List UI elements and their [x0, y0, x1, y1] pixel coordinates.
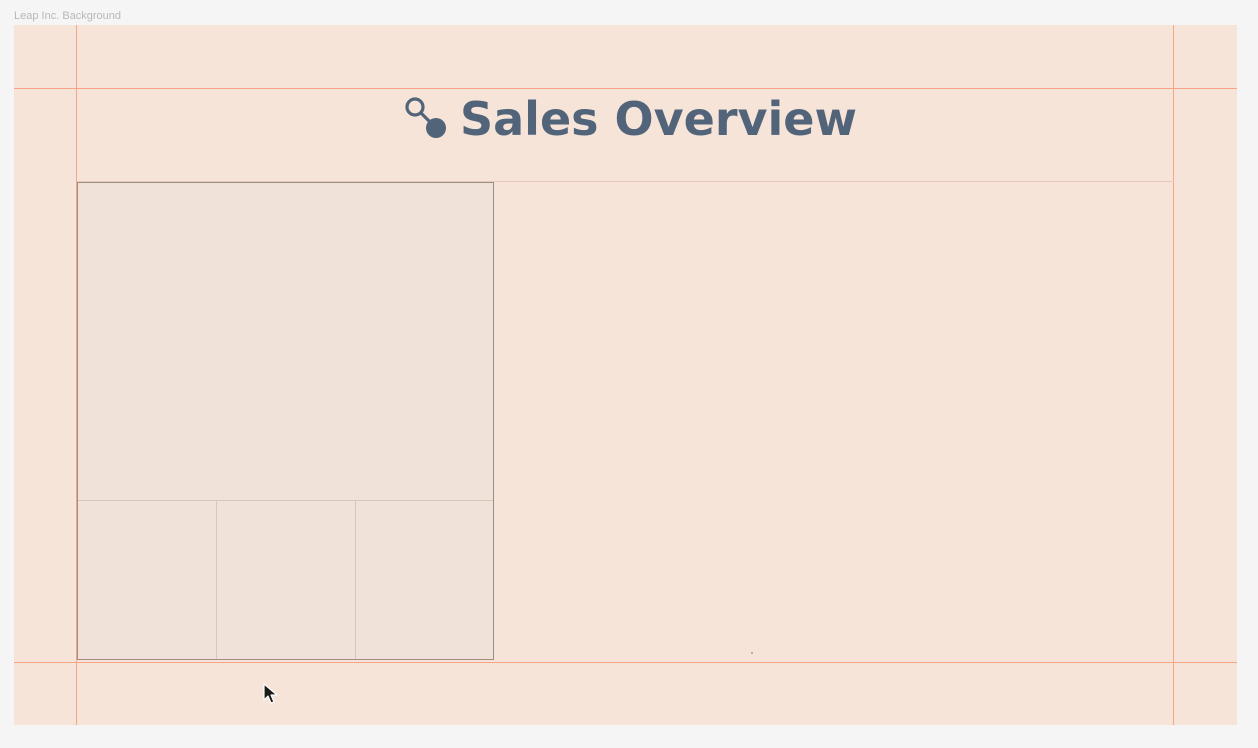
- content-panel[interactable]: [77, 182, 494, 660]
- panel-cell-3[interactable]: [356, 501, 493, 659]
- page-title[interactable]: Sales Overview: [460, 96, 857, 142]
- stray-point: [751, 652, 753, 654]
- panel-cell-2[interactable]: [217, 501, 356, 659]
- guide-bottom: [14, 662, 1237, 663]
- panel-cell-1[interactable]: [78, 501, 217, 659]
- guide-right: [1173, 25, 1174, 725]
- key-node-icon: [405, 97, 446, 138]
- arrow-cursor-icon: [263, 683, 278, 704]
- frame-label[interactable]: Leap Inc. Background: [14, 10, 121, 22]
- panel-main-area[interactable]: [78, 183, 493, 501]
- background-frame[interactable]: Sales Overview: [14, 25, 1237, 725]
- title-group[interactable]: Sales Overview: [404, 89, 857, 149]
